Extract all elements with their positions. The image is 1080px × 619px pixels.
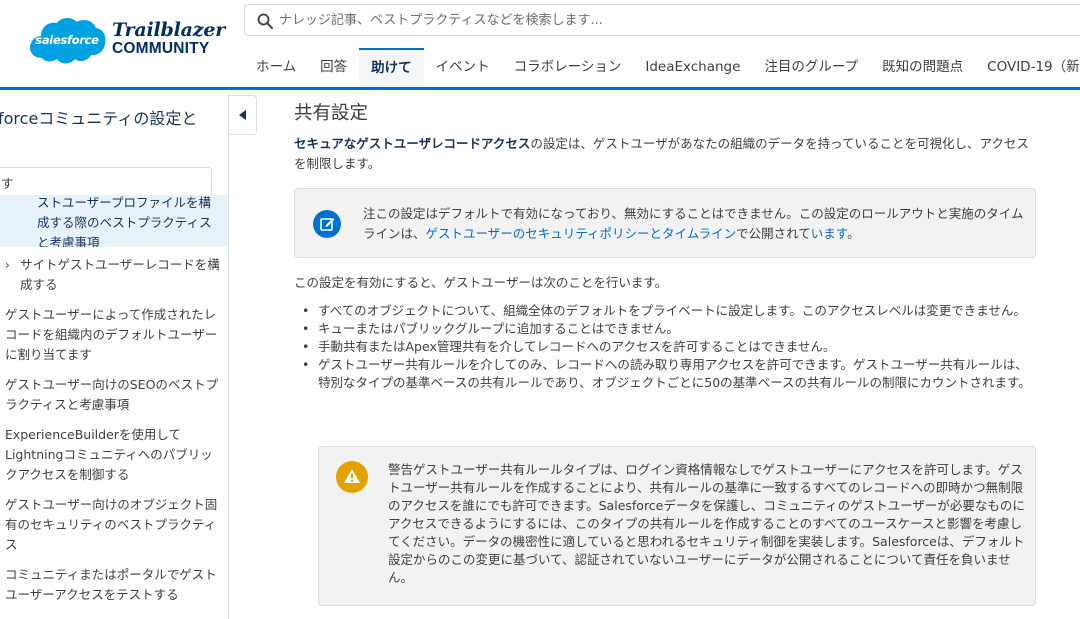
sidebar-item-test-access[interactable]: コミュニティまたはポータルでゲストユーザーアクセスをテストする [0,565,228,605]
guest-security-policy-link[interactable]: ゲストユーザーのセキュリティポリシーとタイムライン [426,226,737,241]
tab-collaboration[interactable]: コラボレーション [502,48,634,87]
sidebar-collapse-button[interactable] [229,95,257,135]
behavior-list: すべてのオブジェクトについて、組織全体のデフォルトをプライベートに設定します。こ… [302,302,1040,392]
tab-answers[interactable]: 回答 [308,48,359,87]
sidebar-tree: ストユーザープロファイルを構成する際のベストプラクティスと考慮事項 › サイトゲ… [0,195,228,605]
tab-known-issues[interactable]: 既知の問題点 [870,48,975,87]
tab-featured-groups[interactable]: 注目のグループ [752,48,870,87]
sidebar-item-label: ストユーザープロファイルを構成する際のベストプラクティスと考慮事項 [37,195,212,247]
warning-text: 警告ゲストユーザー共有ルールタイプは、ログイン資格情報なしでゲストユーザーにアク… [388,462,1025,585]
list-item: キューまたはパブリックグループに追加することはできません。 [302,320,1040,338]
sidebar-item-site-guest-record[interactable]: › サイトゲストユーザーレコードを構成する [0,255,228,295]
sidebar-item-label: サイトゲストユーザーレコードを構成する [20,257,220,292]
list-item: 手動共有またはApex管理共有を介してレコードへのアクセスを許可することはできま… [302,338,1040,356]
tab-home[interactable]: ホーム [244,48,308,87]
sidebar-item-object-security[interactable]: ゲストユーザー向けのオブジェクト固有のセキュリティのベストプラクティス [0,495,228,555]
warning-box: 警告ゲストユーザー共有ルールタイプは、ログイン資格情報なしでゲストユーザーにアク… [318,446,1036,606]
help-sidebar: forceコミュニティの設定と ストユーザープロファイルを構成する際のベストプラ… [0,93,229,619]
salesforce-wordmark: salesforce [35,33,99,47]
note-link-here[interactable]: います [811,226,847,241]
intro-term: セキュアなゲストユーザレコードアクセス [294,136,531,151]
tab-help[interactable]: 助けて [359,48,424,87]
tab-covid19[interactable]: COVID-19（新型コ [975,48,1080,87]
community-brand: Trailblazer COMMUNITY [112,20,225,57]
main-nav: ホーム 回答 助けて イベント コラボレーション IdeaExchange 注目のグループ既… [244,48,1080,87]
search-icon [257,13,273,29]
note-text: 注この設定はデフォルトで有効になっており、無効にすることはできません。この設定の… [363,204,1031,244]
brand-line-1: Trailblazer [112,19,226,41]
sidebar-item-selected[interactable]: ストユーザープロファイルを構成する際のベストプラクティスと考慮事項 [0,195,228,247]
chevron-right-icon[interactable]: › [5,255,10,275]
page-title: 共有設定 [294,103,369,124]
warning-icon [336,461,368,493]
tab-ideaexchange[interactable]: IdeaExchange [633,48,752,87]
sidebar-title: forceコミュニティの設定と [0,109,198,128]
sidebar-item-default-owner[interactable]: ゲストユーザーによって作成されたレコードを組織内のデフォルトユーザーに割り当てま… [0,305,228,365]
sidebar-item-public-access[interactable]: ExperienceBuilderを使用してLightningコミュニティへのパ… [0,425,228,485]
note-box: 注この設定はデフォルトで有効になっており、無効にすることはできません。この設定の… [294,188,1036,258]
chevron-left-icon [238,110,246,120]
search-box[interactable] [244,4,1080,36]
search-input[interactable] [279,10,1059,30]
article-content: 共有設定 セキュアなゲストユーザレコードアクセスの設定は、ゲストユーザがあなたの… [257,93,1080,619]
note-text-mid: で公開されて [736,226,811,241]
list-item: ゲストユーザー共有ルールを介してのみ、レコードへの読み取り専用アクセスを許可でき… [302,356,1040,392]
list-item: すべてのオブジェクトについて、組織全体のデフォルトをプライベートに設定します。こ… [302,302,1040,320]
note-text-end: 。 [847,226,860,241]
sidebar-item-seo[interactable]: ゲストユーザー向けのSEOのベストプラクティスと考慮事項 [0,375,228,415]
site-header: salesforce Trailblazer COMMUNITY ホーム回答助け… [0,0,1080,90]
trailblazer-logo[interactable]: salesforce Trailblazer COMMUNITY [28,14,225,70]
brand-line-2: COMMUNITY [112,40,210,57]
intro-paragraph: セキュアなゲストユーザレコードアクセスの設定は、ゲストユーザがあなたの組織のデー… [294,134,1040,174]
lead-paragraph: この設定を有効にすると、ゲストユーザーは次のことを行います。 [294,275,668,290]
tab-events[interactable]: イベント [424,48,502,87]
edit-note-icon [313,210,341,238]
